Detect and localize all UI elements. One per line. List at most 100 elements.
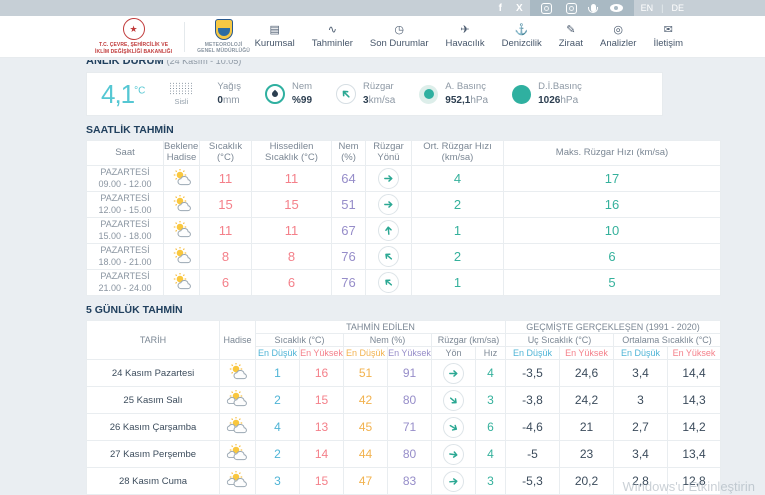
feels-like-cell: 15 — [252, 192, 332, 218]
expected-condition — [164, 244, 200, 270]
average-max-cell: 14,2 — [668, 414, 721, 441]
humidity-max-cell: 80 — [388, 441, 432, 468]
wind-direction-icon — [378, 246, 399, 267]
ministry-emblem-icon: ★ — [123, 18, 145, 40]
avg-wind-cell: 1 — [412, 270, 504, 296]
group-past-header: GEÇMİŞTE GERÇEKLEŞEN (1991 - 2020) — [506, 321, 721, 334]
average-max-cell: 13,4 — [668, 441, 721, 468]
current-title: ANLIK DURUM — [86, 60, 164, 67]
microphone-icon[interactable] — [584, 0, 603, 16]
weather-sun-cloud-icon — [169, 169, 195, 186]
current-title-detail: (24 Kasım - 10.05) — [167, 60, 242, 66]
max-wind-cell: 5 — [504, 270, 721, 296]
wind-direction-icon — [378, 194, 399, 215]
expected-condition — [164, 218, 200, 244]
temperature-cell: 11 — [200, 218, 252, 244]
nav-item-ziraat[interactable]: ✎ Ziraat — [559, 25, 583, 49]
topbar-app-strip — [530, 0, 634, 16]
weather-sun-cloud-icon — [169, 221, 195, 238]
plane-icon: ✈ — [460, 25, 469, 36]
date-cell: 27 Kasım Perşembe — [87, 441, 220, 468]
extreme-min-cell: -5,3 — [506, 468, 560, 495]
hourly-column-header-2: Sıcaklık (°C) — [200, 141, 252, 166]
wind-direction-icon — [336, 84, 356, 104]
nav-item-kurumsal[interactable]: ▤ Kurumsal — [255, 25, 295, 49]
humidity-label: Nem — [292, 81, 312, 93]
temp-max-cell: 16 — [300, 360, 344, 387]
extreme-max-cell: 24,2 — [560, 387, 614, 414]
temp-min-cell: 1 — [256, 360, 300, 387]
sea-level-pressure-item: D.İ.Basınç 1026hPa — [512, 81, 582, 106]
precipitation-item: Yağış 0mm — [217, 81, 241, 106]
nav-item-havac-l-k[interactable]: ✈ Havacılık — [446, 25, 485, 49]
humidity-min-cell: 51 — [344, 360, 388, 387]
humidity-max-cell: 71 — [388, 414, 432, 441]
hour-range: PAZARTESİ21.00 - 24.00 — [87, 270, 164, 296]
max-wind-cell: 10 — [504, 218, 721, 244]
mgm-caption-line1: METEOROLOJİ — [205, 42, 243, 48]
nav-item-denizcilik[interactable]: ⚓ Denizcilik — [502, 25, 542, 49]
max-wind-cell: 6 — [504, 244, 721, 270]
wind-direction-cell — [366, 166, 412, 192]
current-title-strip: ANLIK DURUM (24 Kasım - 10.05) — [86, 60, 720, 69]
hourly-column-header-3: Hissedilen Sıcaklık (°C) — [252, 141, 332, 166]
temp-min-cell: 4 — [256, 414, 300, 441]
weather-sun-clouds-icon — [225, 444, 251, 461]
hour-range: PAZARTESİ09.00 - 12.00 — [87, 166, 164, 192]
wind-direction-icon — [443, 471, 464, 492]
actual-pressure-item: A. Basınç 952,1hPa — [419, 81, 488, 106]
nav-item-i-leti-im[interactable]: ✉ İletişim — [653, 25, 683, 49]
max-wind-cell: 17 — [504, 166, 721, 192]
condition-cell — [220, 360, 256, 387]
mobile-app-icon-1[interactable] — [534, 0, 559, 16]
humidity-min-cell: 45 — [344, 414, 388, 441]
actual-pressure-label: A. Basınç — [445, 81, 488, 93]
temp-max-cell: 15 — [300, 387, 344, 414]
wind-speed-cell: 4 — [476, 441, 506, 468]
nav-item-tahminler[interactable]: ∿ Tahminler — [312, 25, 353, 49]
wind-direction-icon — [443, 363, 464, 384]
sub-humidity-header: Nem (%) — [344, 334, 432, 347]
current-condition: Sisli — [169, 82, 193, 106]
col-date-header: TARİH — [87, 321, 220, 360]
hourly-row: PAZARTESİ15.00 - 18.00 11 11 67 1 10 — [87, 218, 721, 244]
nav-item-son-durumlar[interactable]: ◷ Son Durumlar — [370, 25, 429, 49]
humidity-max-cell: 91 — [388, 360, 432, 387]
nav-item-label: Denizcilik — [502, 38, 542, 49]
topbar: f X EN | DE — [0, 0, 765, 16]
humidity-cell: 51 — [332, 192, 366, 218]
humidity-min-cell: 44 — [344, 441, 388, 468]
humidity-item: Nem %99 — [265, 81, 312, 106]
humidity-cell: 76 — [332, 270, 366, 296]
nav-item-analizler[interactable]: ◎ Analizler — [600, 25, 636, 49]
ministry-logo[interactable]: ★ T.C. ÇEVRE, ŞEHİRCİLİK VE İKLİM DEĞİŞİ… — [95, 18, 172, 55]
average-min-cell: 3,4 — [614, 360, 668, 387]
avg-wind-cell: 4 — [412, 166, 504, 192]
expected-condition — [164, 166, 200, 192]
wind-arrow-icon — [448, 368, 459, 379]
wind-label: Rüzgar — [363, 81, 395, 93]
x-twitter-icon[interactable]: X — [509, 0, 530, 16]
weather-sun-cloud-icon — [169, 247, 195, 264]
wind-arrow-icon — [447, 448, 459, 460]
pen-icon: ✎ — [566, 25, 575, 36]
mgm-logo[interactable]: METEOROLOJİ GENEL MÜDÜRLÜĞÜ — [197, 19, 250, 55]
envelope-icon: ✉ — [664, 25, 673, 36]
mgm-caption-line2: GENEL MÜDÜRLÜĞÜ — [197, 48, 250, 54]
eye-icon[interactable] — [603, 0, 630, 16]
lang-en-link[interactable]: EN — [634, 0, 661, 16]
condition-cell — [220, 387, 256, 414]
daily-title: 5 GÜNLÜK TAHMİN — [86, 304, 720, 316]
mobile-app-icon-2[interactable] — [559, 0, 584, 16]
extreme-min-cell: -4,6 — [506, 414, 560, 441]
nav-item-label: İletişim — [653, 38, 683, 49]
sub-temp-header: Sıcaklık (°C) — [256, 334, 344, 347]
daily-row: 25 Kasım Salı 2 15 42 80 3 -3,8 24,2 3 1… — [87, 387, 721, 414]
weather-sun-cloud-icon — [169, 195, 195, 212]
hour-range: PAZARTESİ12.00 - 15.00 — [87, 192, 164, 218]
wind-direction-cell — [432, 360, 476, 387]
condition-cell — [220, 468, 256, 495]
facebook-icon[interactable]: f — [492, 0, 509, 16]
fog-icon — [169, 82, 193, 95]
lang-de-link[interactable]: DE — [664, 0, 691, 16]
